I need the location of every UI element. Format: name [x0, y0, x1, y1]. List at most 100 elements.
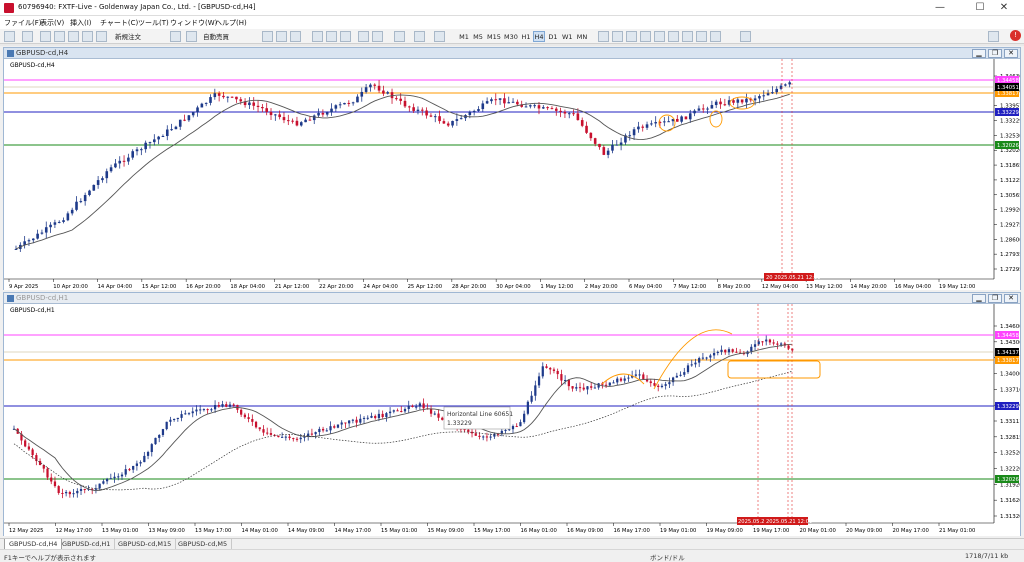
candle-body [437, 413, 440, 418]
cursor-icon[interactable] [598, 31, 609, 42]
search-icon[interactable] [988, 31, 999, 42]
line-chart-icon[interactable] [290, 31, 301, 42]
toolbar: 新規注文 自動売買 M1 M5 M15 M30 H1 H4 D1 W1 MN [0, 29, 1024, 44]
window-restore-button[interactable]: ❐ [988, 294, 1002, 303]
tester-icon[interactable] [96, 31, 107, 42]
candlestick-chart-h4[interactable]: GBPUSD-cd,H41.346301.342001.339571.33229… [4, 59, 1020, 290]
candle-body [385, 413, 388, 418]
candle-body [550, 108, 554, 110]
tf-m15[interactable]: M15 [486, 31, 502, 42]
candle-body [641, 126, 645, 128]
window-minimize-button[interactable]: ▁ [972, 49, 986, 58]
tf-m5[interactable]: M5 [472, 31, 484, 42]
candle-body [88, 190, 91, 196]
candlestick-chart-h1[interactable]: GBPUSD-cd,H1 1.34600 1.34300 1.34137 1.34000… [4, 304, 1020, 536]
candle-body [731, 349, 734, 352]
chart-window-h4[interactable]: GBPUSD-cd,H4 ▁ ❐ ✕ GBPUSD-cd,H41.346301.… [3, 47, 1021, 290]
menu-help[interactable]: ヘルプ(H) [215, 18, 247, 28]
window-close-button[interactable]: ✕ [1004, 294, 1018, 303]
menu-file[interactable]: ファイル(F) [4, 18, 42, 28]
navigator-icon[interactable] [68, 31, 79, 42]
minimize-button[interactable]: — [920, 0, 960, 16]
candle-body [165, 129, 169, 137]
crosshair-icon[interactable] [612, 31, 623, 42]
candle-body [127, 157, 130, 162]
new-order-button[interactable]: 新規注文 [114, 31, 160, 42]
tf-h4[interactable]: H4 [533, 31, 545, 42]
autoscroll-icon[interactable] [358, 31, 369, 42]
candle-body [709, 355, 712, 358]
chart-window-h1[interactable]: GBPUSD-cd,H1 ▁ ❐ ✕ GBPUSD-cd,H1 1.34600 1.… [3, 292, 1021, 536]
price-tick-label: 1.32815 [1000, 435, 1020, 441]
price-tick-label: 1.32220 [1000, 467, 1020, 473]
metaeditor-icon[interactable] [170, 31, 181, 42]
candle-body [351, 102, 355, 104]
chart-shift-icon[interactable] [372, 31, 383, 42]
tf-w1[interactable]: W1 [561, 31, 573, 42]
trendline-icon[interactable] [654, 31, 665, 42]
menu-tools[interactable]: ツール(T) [138, 18, 169, 28]
price-tick-label: 1.31865 [1000, 163, 1020, 169]
time-tick-label: 6 May 04:00 [629, 284, 663, 290]
candle-body [114, 163, 117, 168]
candle-body [269, 111, 273, 116]
menu-insert[interactable]: 挿入(I) [70, 18, 92, 28]
zoom-in-icon[interactable] [312, 31, 323, 42]
time-tick-label: 20 May 01:00 [800, 528, 837, 534]
text-icon[interactable] [696, 31, 707, 42]
candle-body [247, 417, 250, 420]
tf-h1[interactable]: H1 [520, 31, 532, 42]
arrows-icon[interactable] [740, 31, 751, 42]
candle-body [292, 438, 295, 440]
indicators-icon[interactable] [394, 31, 405, 42]
tf-m1[interactable]: M1 [458, 31, 470, 42]
candle-body [53, 222, 57, 225]
candle-body [727, 349, 731, 353]
signals-icon[interactable] [186, 31, 197, 42]
tf-mn[interactable]: MN [575, 31, 589, 42]
menu-view[interactable]: 表示(V) [40, 18, 64, 28]
zoom-out-icon[interactable] [326, 31, 337, 42]
candle-body [131, 151, 134, 158]
menu-chart[interactable]: チャート(C) [100, 18, 138, 28]
candle-body [50, 477, 53, 482]
fibonacci-icon[interactable] [682, 31, 693, 42]
candle-body [109, 478, 112, 480]
candle-body [252, 102, 256, 106]
new-chart-icon[interactable] [4, 31, 15, 42]
label-icon[interactable] [710, 31, 721, 42]
data-window-icon[interactable] [54, 31, 65, 42]
candle-body [386, 92, 390, 94]
periods-icon[interactable] [414, 31, 425, 42]
candle-body [325, 430, 328, 432]
candle-body [251, 419, 254, 422]
candle-body [654, 122, 657, 124]
close-button[interactable]: ✕ [984, 0, 1024, 16]
tf-m30[interactable]: M30 [503, 31, 519, 42]
candle-chart-icon[interactable] [276, 31, 287, 42]
current-price-label: 1.34137 [997, 350, 1019, 356]
tf-d1[interactable]: D1 [547, 31, 559, 42]
vertical-line-icon[interactable] [626, 31, 637, 42]
help-icon[interactable]: ! [1010, 30, 1021, 41]
window-close-button[interactable]: ✕ [1004, 49, 1018, 58]
templates-icon[interactable] [434, 31, 445, 42]
candle-body [262, 429, 265, 433]
candle-body [422, 403, 425, 409]
candle-body [529, 105, 532, 107]
candle-body [534, 385, 537, 396]
candle-body [118, 160, 122, 164]
bar-chart-icon[interactable] [262, 31, 273, 42]
terminal-icon[interactable] [82, 31, 93, 42]
window-minimize-button[interactable]: ▁ [972, 294, 986, 303]
window-restore-button[interactable]: ❐ [988, 49, 1002, 58]
profiles-icon[interactable] [22, 31, 33, 42]
menu-window[interactable]: ウィンドウ(W) [170, 18, 217, 28]
candle-body [580, 120, 584, 126]
market-watch-icon[interactable] [40, 31, 51, 42]
horizontal-line-icon[interactable] [640, 31, 651, 42]
auto-trading-button[interactable]: 自動売買 [202, 31, 256, 42]
tile-windows-icon[interactable] [340, 31, 351, 42]
channel-icon[interactable] [668, 31, 679, 42]
candle-body [637, 126, 640, 130]
